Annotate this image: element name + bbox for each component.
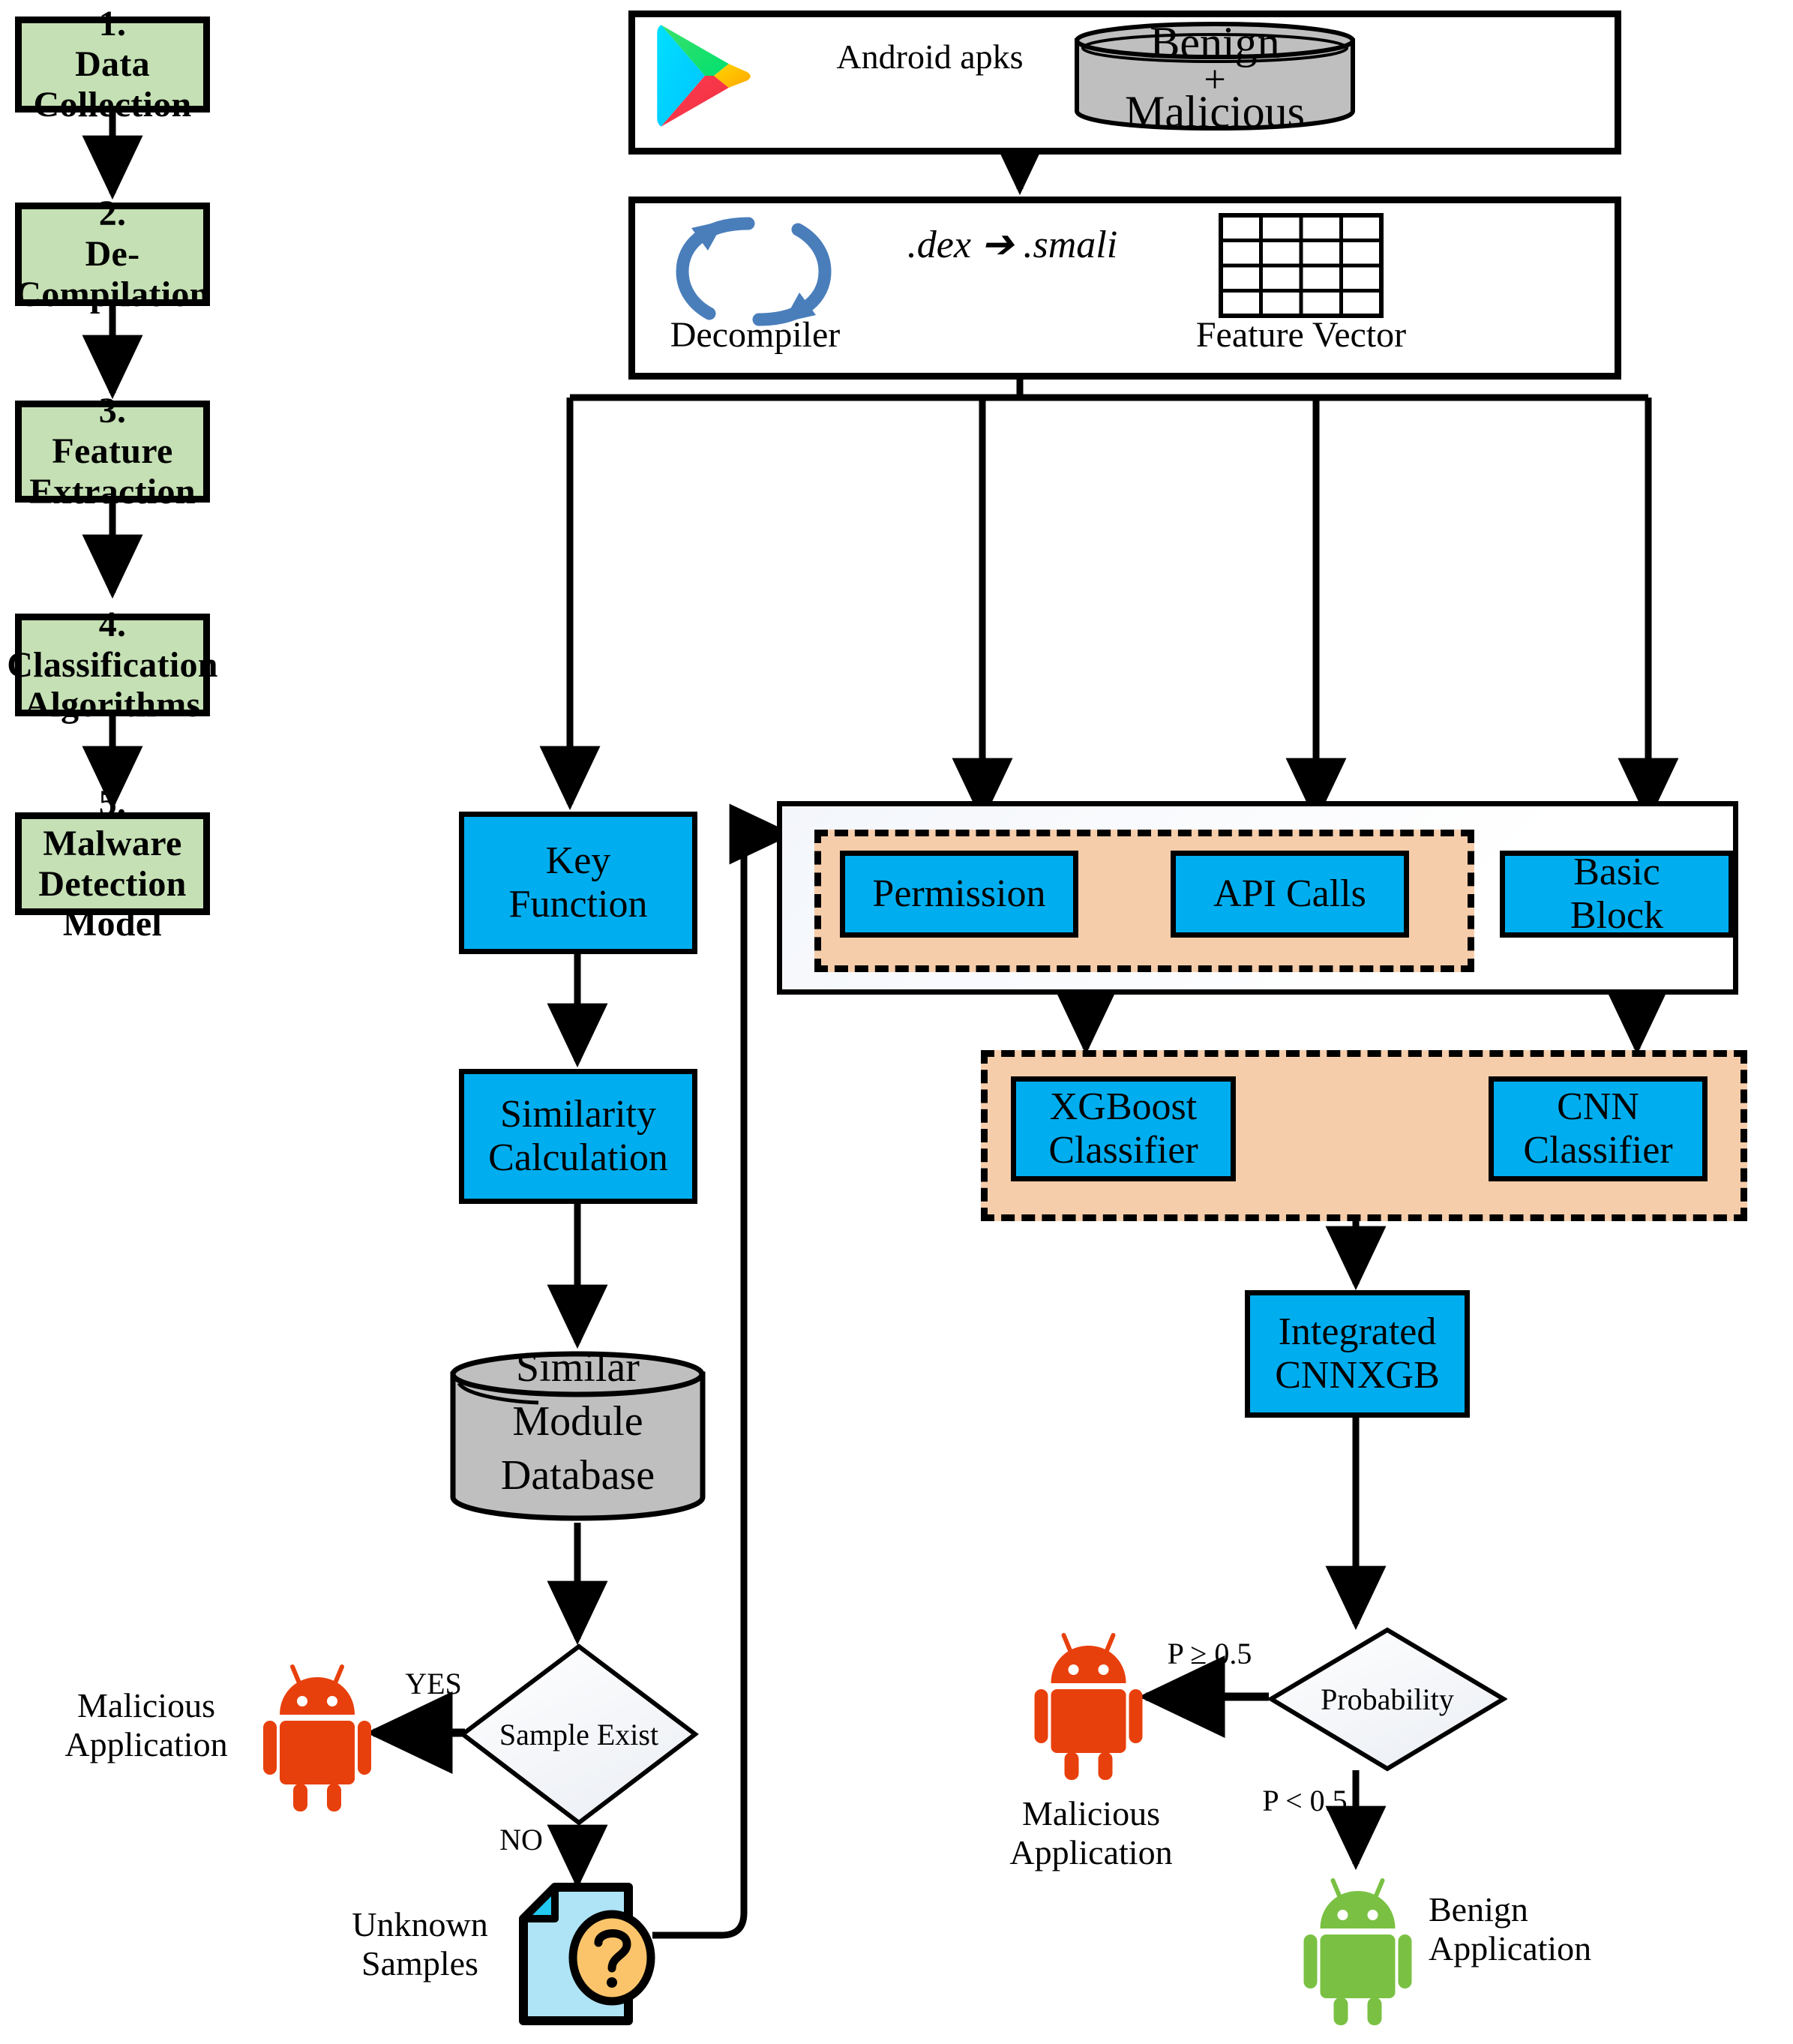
cnn-label: CNN Classifier: [1523, 1085, 1673, 1172]
benign-android-icon: [1300, 1864, 1416, 2025]
stage-label-2: 2. De-Compilation: [15, 194, 210, 314]
key-function-label: Key Function: [508, 839, 648, 926]
circular-arrows-icon: [660, 212, 847, 332]
sample-exist-no-label: NO: [499, 1823, 543, 1856]
feature-box-permission[interactable]: Permission: [840, 851, 1078, 938]
smdb-label-line2: Module: [512, 1398, 643, 1445]
sample-exist-yes-label: YES: [405, 1667, 462, 1700]
dex-to-smali-edge-label: .dex ➔ .smali: [907, 224, 1118, 266]
google-play-icon: [645, 21, 765, 131]
basic-block-label: Basic Block: [1570, 850, 1664, 937]
benign-malicious-database: Benign + Malicious: [1072, 18, 1357, 137]
decompiler-label: Decompiler: [670, 315, 841, 355]
stage-box-malware-detection-model[interactable]: 5. Malware Detection Model: [15, 783, 210, 944]
feature-box-key-function[interactable]: Key Function: [459, 812, 697, 954]
diagram-canvas: 1. Data Collection 2. De-Compilation 3. …: [0, 0, 1793, 2044]
unknown-samples-label: Unknown Samples: [352, 1905, 488, 1982]
integrated-cnnxgb-box[interactable]: Integrated CNNXGB: [1245, 1290, 1470, 1418]
stage-label-5: 5. Malware Detection Model: [38, 783, 187, 944]
stage-box-de-compilation[interactable]: 2. De-Compilation: [15, 194, 210, 314]
android-apks-edge-label: Android apks: [836, 38, 1024, 76]
smdb-label-line1: Similar: [516, 1344, 640, 1391]
classifier-box-xgboost[interactable]: XGBoost Classifier: [1011, 1076, 1236, 1181]
database-label-malicious: Malicious: [1125, 87, 1305, 137]
probability-decision[interactable]: Probability: [1267, 1626, 1508, 1772]
malicious-application-label-left: Malicious Application: [64, 1686, 228, 1763]
probability-low-label: P < 0.5: [1262, 1784, 1348, 1817]
sample-exist-decision[interactable]: Sample Exist: [459, 1643, 699, 1826]
xgboost-label: XGBoost Classifier: [1048, 1085, 1198, 1172]
feature-box-api-calls[interactable]: API Calls: [1171, 851, 1409, 938]
malicious-application-label-right: Malicious Application: [1009, 1794, 1173, 1871]
stage-label-4: 4. Classification Algorithms: [7, 604, 218, 725]
unknown-sample-document-icon: [516, 1880, 658, 2030]
probability-label: Probability: [1321, 1682, 1454, 1716]
stage-box-classification-algorithms[interactable]: 4. Classification Algorithms: [7, 605, 217, 725]
probability-high-label: P ≥ 0.5: [1167, 1637, 1252, 1670]
stage-label-3: 3. Feature Extraction: [29, 391, 196, 512]
stage-box-data-collection[interactable]: 1. Data Collection: [15, 4, 210, 125]
similar-module-database: Similar Module Database: [448, 1344, 707, 1523]
stage-box-feature-extraction[interactable]: 3. Feature Extraction: [15, 391, 210, 512]
permission-label: Permission: [872, 872, 1046, 915]
smdb-label-line3: Database: [500, 1452, 655, 1499]
classifier-box-cnn[interactable]: CNN Classifier: [1489, 1076, 1708, 1181]
similarity-calculation-label: Similarity Calculation: [488, 1092, 668, 1179]
malicious-android-icon-right: [1030, 1619, 1147, 1780]
feature-vector-label: Feature Vector: [1195, 315, 1407, 355]
integrated-cnnxgb-label: Integrated CNNXGB: [1275, 1310, 1440, 1397]
benign-application-label: Benign Application: [1429, 1890, 1592, 1967]
feature-box-basic-block[interactable]: Basic Block: [1500, 851, 1734, 938]
api-calls-label: API Calls: [1213, 872, 1366, 915]
sample-exist-label: Sample Exist: [499, 1718, 659, 1751]
stage-label-1: 1. Data Collection: [33, 4, 192, 125]
similarity-calculation-box[interactable]: Similarity Calculation: [459, 1069, 697, 1204]
feature-vector-grid: [1219, 213, 1384, 318]
malicious-android-icon-left: [261, 1650, 373, 1811]
